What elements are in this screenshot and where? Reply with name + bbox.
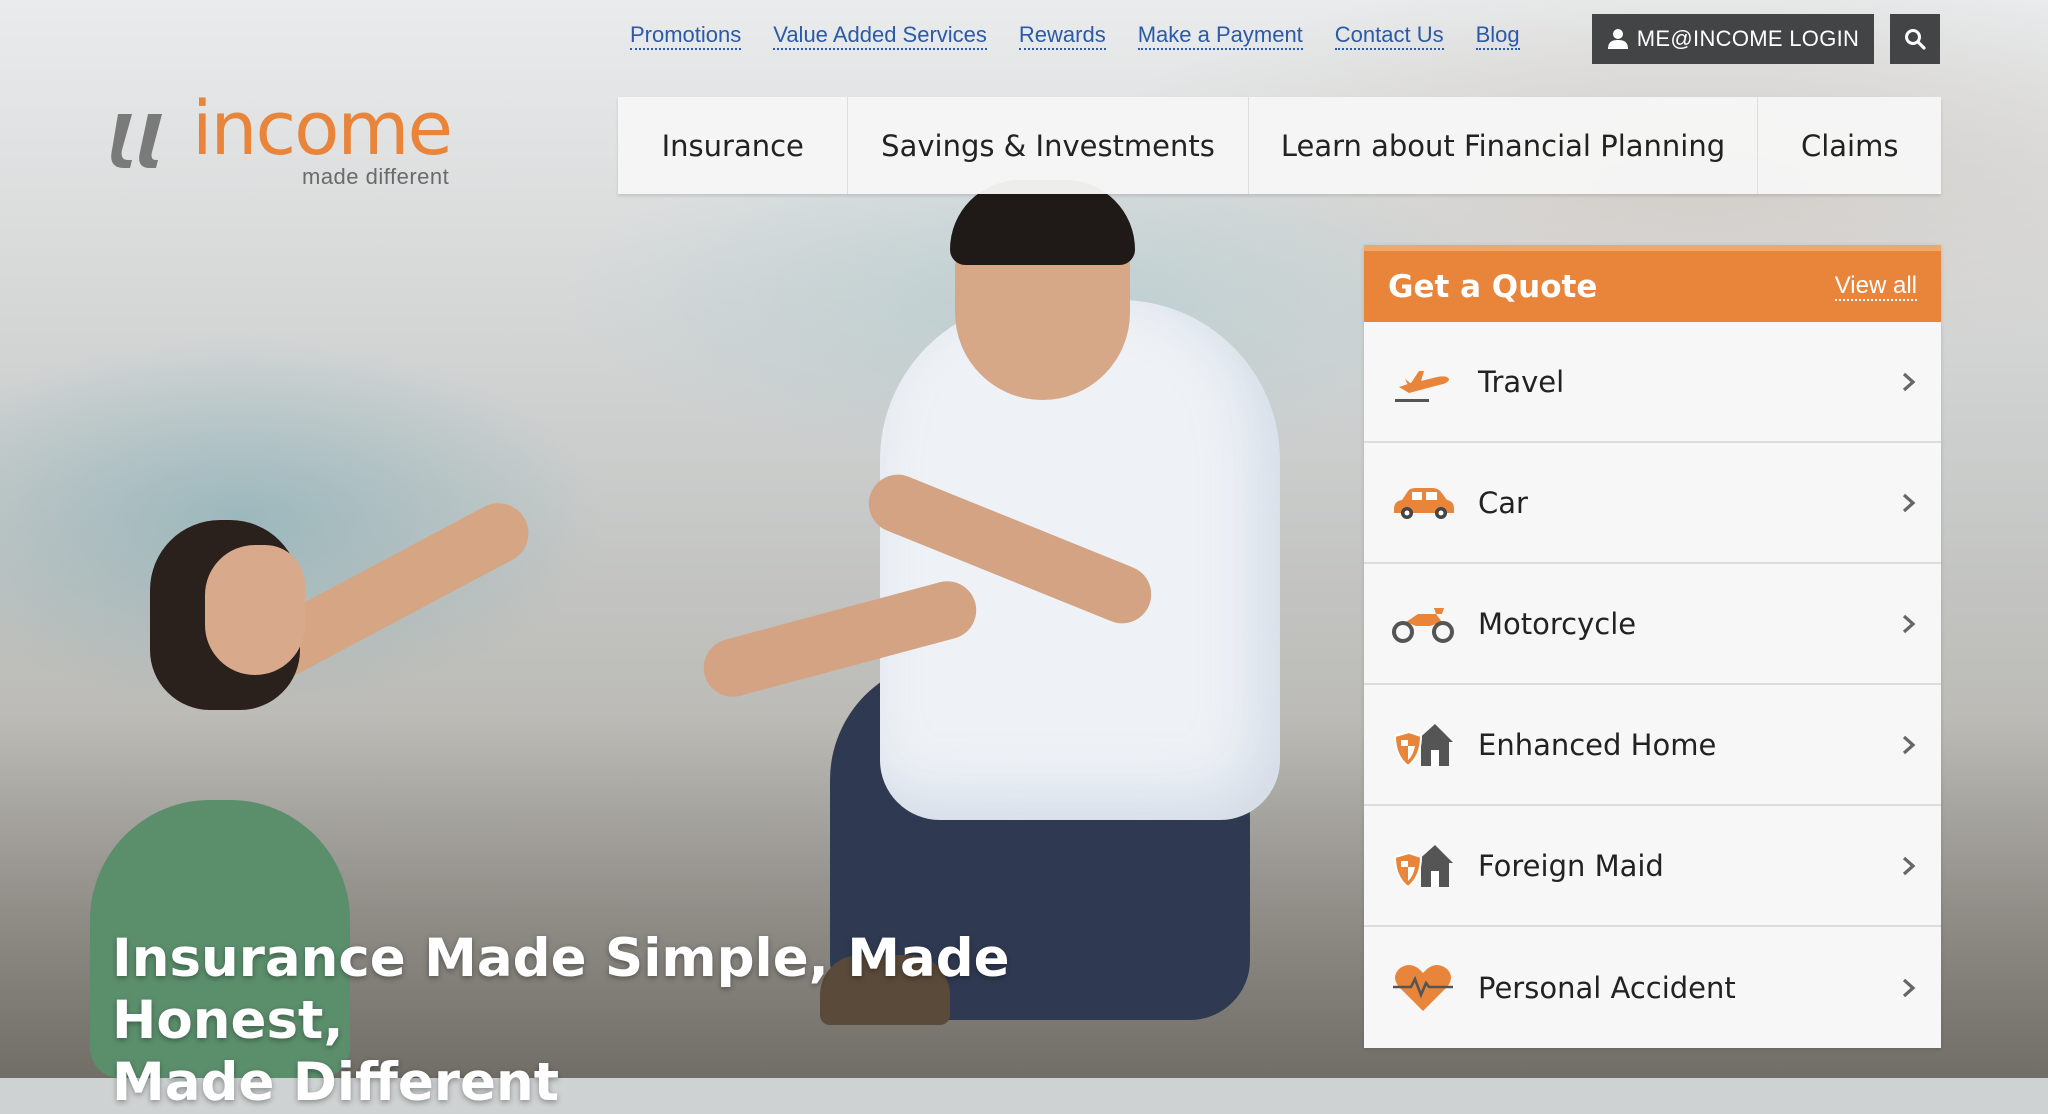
chevron-right-icon	[1902, 493, 1916, 512]
car-icon	[1390, 473, 1456, 533]
utility-link-promotions[interactable]: Promotions	[630, 22, 742, 50]
quote-item-foreign-maid[interactable]: Foreign Maid	[1364, 806, 1941, 927]
chevron-right-icon	[1902, 856, 1916, 875]
chevron-right-icon	[1902, 372, 1916, 391]
heart-pulse-icon	[1390, 958, 1456, 1018]
quote-item-car[interactable]: Car	[1364, 443, 1941, 564]
plane-icon	[1390, 352, 1456, 412]
main-nav: Insurance Savings & Investments Learn ab…	[618, 97, 1941, 194]
chevron-right-icon	[1902, 735, 1916, 754]
quote-header: Get a Quote View all	[1364, 245, 1941, 322]
home-shield-icon	[1390, 715, 1456, 775]
quote-item-personal-accident[interactable]: Personal Accident	[1364, 927, 1941, 1048]
utility-link-make-a-payment[interactable]: Make a Payment	[1137, 22, 1303, 50]
search-icon	[1905, 29, 1926, 50]
income-logo[interactable]: income made different	[110, 86, 470, 195]
logo-tagline: made different	[302, 164, 450, 189]
main-nav-insurance[interactable]: Insurance	[618, 97, 849, 194]
logo-wordmark: income	[192, 86, 453, 172]
utility-link-value-added-services[interactable]: Value Added Services	[773, 22, 987, 50]
chevron-right-icon	[1902, 614, 1916, 633]
get-a-quote-panel: Get a Quote View all Travel Car Motorcyc…	[1364, 245, 1941, 1048]
quote-item-label: Car	[1478, 485, 1528, 520]
utility-link-rewards[interactable]: Rewards	[1018, 22, 1106, 50]
quote-item-label: Personal Accident	[1478, 970, 1736, 1005]
quote-item-motorcycle[interactable]: Motorcycle	[1364, 564, 1941, 685]
quote-item-label: Enhanced Home	[1478, 727, 1717, 762]
quote-item-label: Foreign Maid	[1478, 848, 1664, 883]
main-nav-savings-investments[interactable]: Savings & Investments	[848, 97, 1249, 194]
quote-item-label: Motorcycle	[1478, 606, 1637, 641]
logo-mark-icon	[111, 114, 162, 168]
quote-item-label: Travel	[1478, 364, 1565, 399]
hero-headline-line-1: Insurance Made Simple, Made Honest,	[112, 927, 1010, 1051]
chevron-right-icon	[1902, 978, 1916, 997]
quote-title: Get a Quote	[1388, 268, 1598, 305]
login-button[interactable]: ME@INCOME LOGIN	[1592, 14, 1874, 64]
utility-link-contact-us[interactable]: Contact Us	[1334, 22, 1444, 50]
utility-nav: Promotions Value Added Services Rewards …	[630, 22, 1552, 50]
main-nav-financial-planning[interactable]: Learn about Financial Planning	[1249, 97, 1759, 194]
user-icon	[1607, 29, 1628, 49]
hero-headline: Insurance Made Simple, Made Honest, Made…	[112, 928, 1212, 1114]
quote-item-travel[interactable]: Travel	[1364, 322, 1941, 443]
utility-link-blog[interactable]: Blog	[1475, 22, 1520, 50]
view-all-link[interactable]: View all	[1834, 272, 1917, 301]
motorcycle-icon	[1390, 594, 1456, 654]
main-nav-claims[interactable]: Claims	[1758, 97, 1941, 194]
login-button-label: ME@INCOME LOGIN	[1636, 26, 1860, 51]
hero-headline-line-2: Made Different	[112, 1051, 560, 1113]
quote-item-enhanced-home[interactable]: Enhanced Home	[1364, 685, 1941, 806]
home-shield-icon	[1390, 836, 1456, 896]
search-button[interactable]	[1890, 14, 1940, 64]
